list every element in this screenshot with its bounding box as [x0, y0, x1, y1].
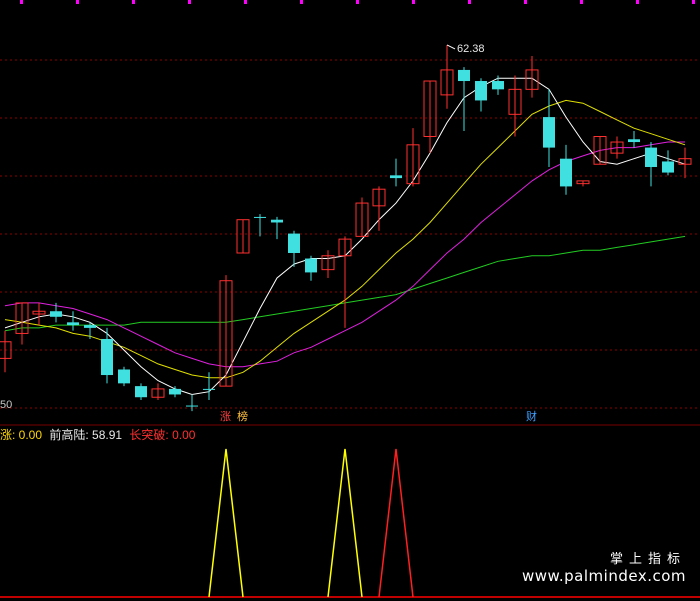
chart-canvas — [0, 0, 700, 598]
watermark-cn: 掌上指标 — [609, 552, 686, 567]
info-item-2: 前高陆: 58.91 — [49, 428, 123, 442]
top-marker — [356, 0, 359, 4]
top-marker — [636, 0, 639, 4]
candle-body — [288, 233, 300, 253]
candle-body — [305, 258, 317, 273]
candle-body — [662, 161, 674, 173]
info-item-3: 长突破: 0.00 — [129, 428, 196, 442]
signal-spike — [208, 448, 244, 598]
peak-pointer — [446, 44, 456, 50]
signal-spike — [327, 448, 363, 598]
candle-body — [645, 147, 657, 168]
top-marker — [468, 0, 471, 4]
candle-body — [271, 219, 283, 223]
peak-price-label: 62.38 — [457, 42, 485, 55]
candle-body — [390, 175, 402, 179]
candle-body — [492, 81, 504, 90]
info-item-1: 涨: 0.00 — [0, 428, 43, 442]
top-marker — [300, 0, 303, 4]
top-marker — [692, 0, 695, 4]
top-marker — [412, 0, 415, 4]
signal-spike — [378, 448, 414, 598]
candle-body — [50, 311, 62, 317]
candle-body — [84, 325, 96, 328]
candle-body — [560, 158, 572, 187]
candle-body — [101, 338, 113, 376]
candle-body — [475, 81, 487, 101]
candle-body — [135, 386, 147, 398]
event-badge: 财 — [526, 411, 537, 423]
candle-body — [254, 216, 266, 218]
price-axis-label: 50 — [0, 399, 13, 411]
candle-body — [118, 369, 130, 384]
candle-body — [543, 117, 555, 148]
candle-body — [203, 388, 215, 390]
top-marker — [20, 0, 23, 4]
watermark-url: www.palmindex.com — [521, 567, 686, 585]
top-marker — [244, 0, 247, 4]
candle-body — [628, 139, 640, 143]
top-marker — [132, 0, 135, 4]
candle-body — [67, 322, 79, 326]
top-marker — [188, 0, 191, 4]
event-badge: 榜 — [237, 411, 248, 423]
candle-body — [458, 69, 470, 82]
indicator-info-bar: 涨: 0.00 前高陆: 58.91 长突破: 0.00 — [0, 427, 199, 443]
top-marker — [524, 0, 527, 4]
watermark: 掌上指标 www.palmindex.com — [522, 548, 686, 585]
top-marker — [580, 0, 583, 4]
event-badge: 涨 — [220, 411, 231, 423]
candle-body — [186, 405, 198, 407]
candle-body — [169, 388, 181, 395]
top-marker — [76, 0, 79, 4]
